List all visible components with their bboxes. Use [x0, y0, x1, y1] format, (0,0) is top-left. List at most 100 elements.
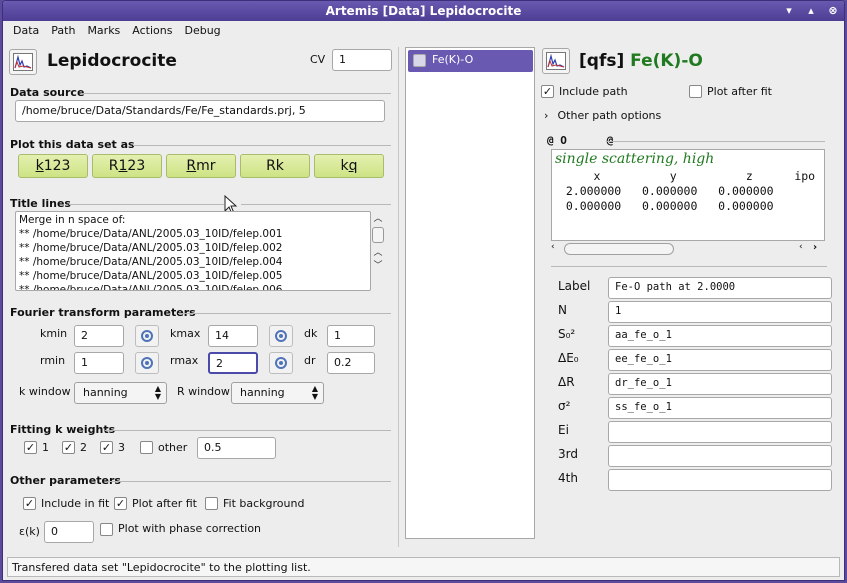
plot-rmr-button[interactable]: Rmr: [166, 154, 236, 178]
title-lines-scrollbar[interactable]: ︿ ︿ ﹀: [371, 211, 385, 291]
geometry-columns: x y z ipo: [552, 169, 816, 183]
menu-path[interactable]: Path: [45, 21, 81, 41]
data-source-title: Data source: [10, 86, 85, 99]
scroll-left-icon[interactable]: ‹: [799, 242, 803, 252]
title-line: Merge in n space of:: [19, 214, 126, 226]
path-list-item-checkbox[interactable]: [413, 54, 426, 67]
include-in-fit-checkbox[interactable]: ✓: [23, 497, 36, 510]
panel-separator: [398, 47, 399, 547]
scroll-up-icon[interactable]: ︿: [371, 245, 385, 258]
cv-input[interactable]: 1: [332, 49, 392, 71]
minimize-icon[interactable]: ▾: [782, 4, 796, 18]
rwindow-select[interactable]: hanning ▲ ▼: [231, 382, 324, 404]
rwindow-value: hanning: [240, 386, 285, 399]
ei-input[interactable]: [608, 421, 832, 443]
include-path-label: Include path: [559, 85, 628, 98]
phase-correction-checkbox[interactable]: [100, 523, 113, 536]
menu-data[interactable]: Data: [7, 21, 45, 41]
title-lines-text[interactable]: Merge in n space of: ** /home/bruce/Data…: [15, 211, 371, 291]
scroll-thumb[interactable]: [564, 243, 674, 255]
menu-actions[interactable]: Actions: [126, 21, 178, 41]
geometry-box[interactable]: single scattering, high x y z ipo 2.0000…: [551, 149, 825, 241]
divider: [607, 141, 825, 142]
plot-kq-button[interactable]: kq: [314, 154, 384, 178]
plot-r123-button[interactable]: R123: [92, 154, 162, 178]
data-plot-icon-button[interactable]: [9, 49, 37, 75]
sigma2-input[interactable]: ss_fe_o_1: [608, 397, 832, 419]
plot-rk-button[interactable]: Rk: [240, 154, 310, 178]
divider: [105, 430, 391, 431]
plot-k123-button[interactable]: k123: [18, 154, 88, 178]
maximize-icon[interactable]: ▴: [804, 4, 818, 18]
rwindow-label: R window: [177, 385, 230, 398]
delta-r-input[interactable]: dr_fe_o_1: [608, 373, 832, 395]
scroll-right-icon[interactable]: ›: [813, 242, 817, 253]
plot-after-fit-checkbox[interactable]: ✓: [114, 497, 127, 510]
kmin-input[interactable]: 2: [74, 325, 124, 347]
label-input[interactable]: Fe-O path at 2.0000: [608, 277, 832, 299]
path-plot-icon-button[interactable]: [542, 48, 570, 74]
dk-input[interactable]: 1: [327, 325, 375, 347]
status-text: Transfered data set "Lepidocrocite" to t…: [12, 561, 311, 574]
divider: [241, 204, 391, 205]
title-bar[interactable]: Artemis [Data] Lepidocrocite ▾ ▴ ⊗: [3, 1, 844, 21]
kwindow-select[interactable]: hanning ▲ ▼: [74, 382, 167, 404]
other-path-options-expander[interactable]: › Other path options: [544, 109, 661, 122]
pointer-pick-icon: [141, 330, 153, 342]
geometry-hscrollbar[interactable]: ‹ ‹ ›: [551, 242, 827, 256]
scroll-thumb[interactable]: [372, 227, 384, 243]
path-list-item[interactable]: Fe(K)-O: [408, 50, 533, 72]
plot-after-fit-label: Plot after fit: [132, 497, 197, 510]
kweight-other-input[interactable]: 0.5: [197, 437, 276, 459]
path-list[interactable]: Fe(K)-O: [405, 47, 535, 539]
cv-label: CV: [310, 53, 326, 66]
kmax-input[interactable]: 14: [208, 325, 258, 347]
kweight-3-checkbox[interactable]: ✓: [100, 441, 113, 454]
scroll-up-icon[interactable]: ︿: [371, 211, 385, 224]
fit-background-label: Fit background: [223, 497, 305, 510]
param-label: Ei: [558, 423, 569, 437]
scroll-down-icon[interactable]: ﹀: [371, 258, 385, 271]
param-label: S₀²: [558, 327, 576, 341]
kmax-label: kmax: [170, 327, 201, 340]
other-params-title: Other parameters: [10, 474, 121, 487]
rmax-input[interactable]: 2: [208, 352, 258, 374]
s02-input[interactable]: aa_fe_o_1: [608, 325, 832, 347]
param-label: N: [558, 303, 567, 317]
close-icon[interactable]: ⊗: [826, 4, 840, 18]
menu-marks[interactable]: Marks: [81, 21, 126, 41]
include-path-checkbox[interactable]: ✓: [541, 85, 554, 98]
third-cumulant-input[interactable]: [608, 445, 832, 467]
data-source-input[interactable]: /home/bruce/Data/Standards/Fe/Fe_standar…: [15, 100, 385, 122]
scroll-left-icon[interactable]: ‹: [551, 242, 555, 252]
kwindow-value: hanning: [83, 386, 128, 399]
pointer-pick-icon: [275, 357, 287, 369]
rmin-input[interactable]: 1: [74, 352, 124, 374]
epsk-label: ε(k): [19, 525, 40, 538]
kweight-other-checkbox[interactable]: [140, 441, 153, 454]
title-line: ** /home/bruce/Data/ANL/2005.03_10ID/fel…: [19, 284, 283, 291]
kweight-1-checkbox[interactable]: ✓: [24, 441, 37, 454]
epsk-input[interactable]: 0: [44, 521, 94, 543]
menu-debug[interactable]: Debug: [178, 21, 226, 41]
button-label: 23: [127, 158, 146, 174]
path-plot-after-fit-checkbox[interactable]: [689, 85, 702, 98]
rmax-pick-button[interactable]: [269, 352, 293, 374]
dr-input[interactable]: 0.2: [327, 352, 375, 374]
path-name: Fe(K)-O: [630, 51, 703, 71]
path-header: [qfs] Fe(K)-O: [579, 51, 703, 71]
n-input[interactable]: 1: [608, 301, 832, 323]
param-label: Label: [558, 279, 591, 293]
delta-e0-input[interactable]: ee_fe_o_1: [608, 349, 832, 371]
spectrum-icon: [13, 53, 33, 71]
kmax-pick-button[interactable]: [269, 325, 293, 347]
rmin-pick-button[interactable]: [135, 352, 159, 374]
fit-background-checkbox[interactable]: [205, 497, 218, 510]
spinner-arrows-icon: ▲ ▼: [154, 384, 161, 401]
other-path-options-label: Other path options: [557, 109, 662, 122]
kweight-2-checkbox[interactable]: ✓: [62, 441, 75, 454]
param-label: σ²: [558, 399, 571, 413]
fourth-cumulant-input[interactable]: [608, 469, 832, 491]
kmin-pick-button[interactable]: [135, 325, 159, 347]
divider: [107, 481, 391, 482]
